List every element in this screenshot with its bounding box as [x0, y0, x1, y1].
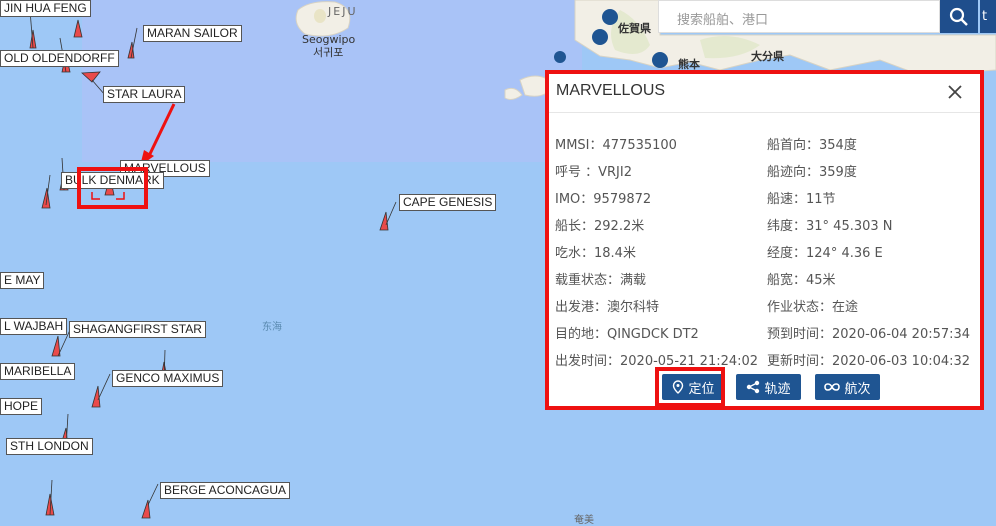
ship-info-popup: MARVELLOUS MMSI：477535100 呼号 ：VRJI2 IMO：…	[545, 70, 984, 410]
sea-label-east-china-sea: 东海	[262, 322, 282, 333]
place-label-jeju: JEJU	[328, 5, 358, 18]
popup-header: MARVELLOUS	[549, 74, 980, 113]
ship-label[interactable]: GENCO MAXIMUS	[112, 370, 224, 387]
place-label-oita: 大分県	[751, 50, 784, 63]
info-heading: 船首向：354度	[767, 138, 857, 153]
info-eta: 预到时间：2020-06-04 20:57:34	[767, 327, 971, 342]
info-latitude: 纬度：31° 45.303 N	[767, 219, 893, 234]
locate-button-label: 定位	[688, 381, 715, 397]
ship-label[interactable]: SHAGANGFIRST STAR	[69, 321, 206, 338]
track-button-label: 轨迹	[764, 381, 791, 397]
infinity-icon	[824, 382, 841, 392]
place-label-seogwipo-kr: 서귀포	[313, 46, 344, 59]
ship-label[interactable]: HOPE	[0, 398, 43, 415]
search-input[interactable]: 搜索船舶、港口	[658, 0, 940, 33]
port-marker[interactable]	[554, 51, 566, 63]
voyage-button-label: 航次	[844, 381, 871, 397]
ship-label[interactable]: BERGE ACONCAGUA	[160, 482, 291, 499]
info-departure-time: 出发时间：2020-05-21 21:24:02	[555, 354, 759, 369]
info-operation-status: 作业状态：在途	[767, 300, 859, 315]
info-draft: 吃水：18.4米	[555, 246, 636, 261]
info-update-time: 更新时间：2020-06-03 10:04:32	[767, 354, 971, 369]
info-length: 船长：292.2米	[555, 219, 645, 234]
ship-label[interactable]: MARIBELLA	[0, 363, 76, 380]
info-speed: 船速：11节	[767, 192, 836, 207]
share-icon	[746, 380, 760, 394]
ship-label[interactable]: CAPE GENESIS	[399, 194, 497, 211]
port-marker[interactable]	[592, 29, 608, 45]
voyage-button[interactable]: 航次	[815, 374, 880, 400]
search-icon	[949, 7, 968, 26]
track-button[interactable]: 轨迹	[736, 374, 801, 400]
info-mmsi: MMSI：477535100	[555, 138, 677, 153]
ship-label[interactable]: JIN HUA FENG	[0, 0, 91, 17]
info-beam: 船宽：45米	[767, 273, 836, 288]
place-label-saga: 佐賀県	[618, 22, 651, 35]
close-icon[interactable]	[946, 83, 964, 101]
locate-button[interactable]: 定位	[662, 374, 725, 400]
ship-label[interactable]: L WAJBAH	[0, 318, 68, 335]
ship-label[interactable]: STH LONDON	[6, 438, 93, 455]
location-pin-icon	[672, 380, 684, 394]
info-destination: 目的地：QINGDCK DT2	[555, 327, 699, 342]
info-callsign: 呼号 ：VRJI2	[555, 165, 632, 180]
popup-title: MARVELLOUS	[556, 82, 666, 99]
ship-label[interactable]: MARAN SAILOR	[143, 25, 242, 42]
info-imo: IMO：9579872	[555, 192, 652, 207]
info-longitude: 经度：124° 4.36 E	[767, 246, 883, 261]
ship-label[interactable]: E MAY	[0, 272, 45, 289]
info-departure-port: 出发港：澳尔科特	[555, 300, 660, 315]
info-course: 船迹向：359度	[767, 165, 857, 180]
ship-label[interactable]: STAR LAURA	[103, 86, 186, 103]
ship-label[interactable]: BULK DENMARK	[61, 172, 164, 189]
top-extra-button[interactable]: t	[980, 0, 996, 33]
ship-label[interactable]: OLD OLDENDORFF	[0, 50, 119, 67]
info-load-status: 载重状态：满载	[555, 273, 647, 288]
search-button[interactable]	[940, 0, 978, 33]
port-marker[interactable]	[652, 52, 668, 68]
port-marker[interactable]	[602, 9, 618, 25]
